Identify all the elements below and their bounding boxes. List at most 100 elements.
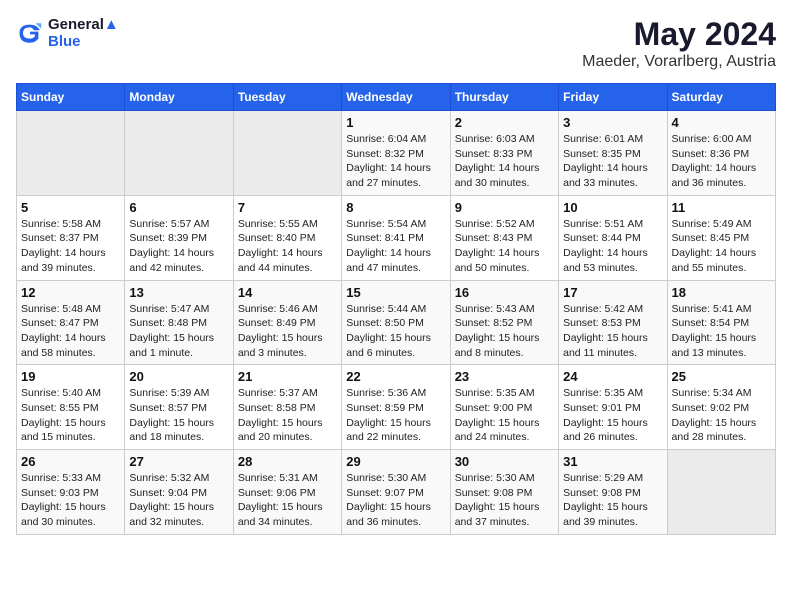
day-info: Sunrise: 5:57 AM Sunset: 8:39 PM Dayligh… bbox=[129, 217, 228, 276]
calendar-cell: 24 Sunrise: 5:35 AM Sunset: 9:01 PM Dayli… bbox=[559, 365, 667, 450]
day-info: Sunrise: 5:55 AM Sunset: 8:40 PM Dayligh… bbox=[238, 217, 337, 276]
day-number: 11 bbox=[672, 200, 771, 215]
day-number: 2 bbox=[455, 115, 554, 130]
day-number: 7 bbox=[238, 200, 337, 215]
weekday-header-sunday: Sunday bbox=[17, 84, 125, 111]
day-number: 23 bbox=[455, 369, 554, 384]
day-info: Sunrise: 5:35 AM Sunset: 9:01 PM Dayligh… bbox=[563, 386, 662, 445]
day-number: 22 bbox=[346, 369, 445, 384]
day-number: 20 bbox=[129, 369, 228, 384]
weekday-header-friday: Friday bbox=[559, 84, 667, 111]
day-info: Sunrise: 5:36 AM Sunset: 8:59 PM Dayligh… bbox=[346, 386, 445, 445]
day-info: Sunrise: 5:29 AM Sunset: 9:08 PM Dayligh… bbox=[563, 471, 662, 530]
day-info: Sunrise: 5:34 AM Sunset: 9:02 PM Dayligh… bbox=[672, 386, 771, 445]
weekday-header-row: SundayMondayTuesdayWednesdayThursdayFrid… bbox=[17, 84, 776, 111]
day-info: Sunrise: 5:43 AM Sunset: 8:52 PM Dayligh… bbox=[455, 302, 554, 361]
title-block: May 2024 Maeder, Vorarlberg, Austria bbox=[582, 16, 776, 71]
calendar-cell bbox=[233, 111, 341, 196]
main-title: May 2024 bbox=[582, 16, 776, 53]
day-info: Sunrise: 6:03 AM Sunset: 8:33 PM Dayligh… bbox=[455, 132, 554, 191]
day-info: Sunrise: 5:35 AM Sunset: 9:00 PM Dayligh… bbox=[455, 386, 554, 445]
day-info: Sunrise: 5:46 AM Sunset: 8:49 PM Dayligh… bbox=[238, 302, 337, 361]
day-number: 14 bbox=[238, 285, 337, 300]
day-number: 17 bbox=[563, 285, 662, 300]
calendar-cell: 25 Sunrise: 5:34 AM Sunset: 9:02 PM Dayli… bbox=[667, 365, 775, 450]
day-info: Sunrise: 5:42 AM Sunset: 8:53 PM Dayligh… bbox=[563, 302, 662, 361]
calendar-cell: 18 Sunrise: 5:41 AM Sunset: 8:54 PM Dayli… bbox=[667, 280, 775, 365]
weekday-header-tuesday: Tuesday bbox=[233, 84, 341, 111]
calendar-week-row: 19 Sunrise: 5:40 AM Sunset: 8:55 PM Dayli… bbox=[17, 365, 776, 450]
day-info: Sunrise: 5:30 AM Sunset: 9:08 PM Dayligh… bbox=[455, 471, 554, 530]
calendar-cell: 10Sunrise: 5:51 AM Sunset: 8:44 PM Dayli… bbox=[559, 195, 667, 280]
calendar-cell: 27Sunrise: 5:32 AM Sunset: 9:04 PM Dayli… bbox=[125, 450, 233, 535]
calendar-cell: 6 Sunrise: 5:57 AM Sunset: 8:39 PM Daylig… bbox=[125, 195, 233, 280]
calendar-cell: 14 Sunrise: 5:46 AM Sunset: 8:49 PM Dayli… bbox=[233, 280, 341, 365]
day-info: Sunrise: 5:37 AM Sunset: 8:58 PM Dayligh… bbox=[238, 386, 337, 445]
day-number: 9 bbox=[455, 200, 554, 215]
day-info: Sunrise: 5:33 AM Sunset: 9:03 PM Dayligh… bbox=[21, 471, 120, 530]
weekday-header-monday: Monday bbox=[125, 84, 233, 111]
calendar-cell: 26Sunrise: 5:33 AM Sunset: 9:03 PM Dayli… bbox=[17, 450, 125, 535]
calendar-cell bbox=[17, 111, 125, 196]
calendar-cell: 19 Sunrise: 5:40 AM Sunset: 8:55 PM Dayli… bbox=[17, 365, 125, 450]
calendar-cell: 23 Sunrise: 5:35 AM Sunset: 9:00 PM Dayli… bbox=[450, 365, 558, 450]
calendar-cell: 1Sunrise: 6:04 AM Sunset: 8:32 PM Daylig… bbox=[342, 111, 450, 196]
day-info: Sunrise: 5:49 AM Sunset: 8:45 PM Dayligh… bbox=[672, 217, 771, 276]
day-number: 18 bbox=[672, 285, 771, 300]
day-number: 21 bbox=[238, 369, 337, 384]
calendar-cell: 31 Sunrise: 5:29 AM Sunset: 9:08 PM Dayli… bbox=[559, 450, 667, 535]
page-header: General▲ Blue May 2024 Maeder, Vorarlber… bbox=[16, 16, 776, 71]
day-number: 6 bbox=[129, 200, 228, 215]
calendar-cell: 15Sunrise: 5:44 AM Sunset: 8:50 PM Dayli… bbox=[342, 280, 450, 365]
calendar-cell: 29 Sunrise: 5:30 AM Sunset: 9:07 PM Dayli… bbox=[342, 450, 450, 535]
day-info: Sunrise: 5:40 AM Sunset: 8:55 PM Dayligh… bbox=[21, 386, 120, 445]
calendar-cell: 7 Sunrise: 5:55 AM Sunset: 8:40 PM Daylig… bbox=[233, 195, 341, 280]
calendar-cell: 22 Sunrise: 5:36 AM Sunset: 8:59 PM Dayli… bbox=[342, 365, 450, 450]
day-info: Sunrise: 5:30 AM Sunset: 9:07 PM Dayligh… bbox=[346, 471, 445, 530]
day-number: 5 bbox=[21, 200, 120, 215]
day-info: Sunrise: 5:58 AM Sunset: 8:37 PM Dayligh… bbox=[21, 217, 120, 276]
day-number: 12 bbox=[21, 285, 120, 300]
calendar-cell: 5 Sunrise: 5:58 AM Sunset: 8:37 PM Daylig… bbox=[17, 195, 125, 280]
day-info: Sunrise: 5:41 AM Sunset: 8:54 PM Dayligh… bbox=[672, 302, 771, 361]
calendar-cell: 17 Sunrise: 5:42 AM Sunset: 8:53 PM Dayli… bbox=[559, 280, 667, 365]
day-number: 30 bbox=[455, 454, 554, 469]
logo: General▲ Blue bbox=[16, 16, 119, 50]
day-number: 27 bbox=[129, 454, 228, 469]
day-info: Sunrise: 5:52 AM Sunset: 8:43 PM Dayligh… bbox=[455, 217, 554, 276]
day-number: 25 bbox=[672, 369, 771, 384]
calendar-cell: 30 Sunrise: 5:30 AM Sunset: 9:08 PM Dayli… bbox=[450, 450, 558, 535]
day-info: Sunrise: 5:47 AM Sunset: 8:48 PM Dayligh… bbox=[129, 302, 228, 361]
day-info: Sunrise: 6:04 AM Sunset: 8:32 PM Dayligh… bbox=[346, 132, 445, 191]
day-number: 31 bbox=[563, 454, 662, 469]
calendar-cell bbox=[667, 450, 775, 535]
day-number: 19 bbox=[21, 369, 120, 384]
day-number: 29 bbox=[346, 454, 445, 469]
subtitle: Maeder, Vorarlberg, Austria bbox=[582, 53, 776, 71]
calendar-cell: 9 Sunrise: 5:52 AM Sunset: 8:43 PM Daylig… bbox=[450, 195, 558, 280]
day-number: 15 bbox=[346, 285, 445, 300]
calendar-cell: 2 Sunrise: 6:03 AM Sunset: 8:33 PM Daylig… bbox=[450, 111, 558, 196]
calendar-week-row: 12 Sunrise: 5:48 AM Sunset: 8:47 PM Dayli… bbox=[17, 280, 776, 365]
calendar-cell: 16Sunrise: 5:43 AM Sunset: 8:52 PM Dayli… bbox=[450, 280, 558, 365]
calendar-table: SundayMondayTuesdayWednesdayThursdayFrid… bbox=[16, 83, 776, 535]
calendar-cell: 12 Sunrise: 5:48 AM Sunset: 8:47 PM Dayli… bbox=[17, 280, 125, 365]
logo-text: General▲ Blue bbox=[48, 16, 119, 50]
day-info: Sunrise: 6:00 AM Sunset: 8:36 PM Dayligh… bbox=[672, 132, 771, 191]
calendar-cell bbox=[125, 111, 233, 196]
day-info: Sunrise: 5:31 AM Sunset: 9:06 PM Dayligh… bbox=[238, 471, 337, 530]
day-number: 3 bbox=[563, 115, 662, 130]
weekday-header-saturday: Saturday bbox=[667, 84, 775, 111]
day-info: Sunrise: 6:01 AM Sunset: 8:35 PM Dayligh… bbox=[563, 132, 662, 191]
calendar-cell: 3 Sunrise: 6:01 AM Sunset: 8:35 PM Daylig… bbox=[559, 111, 667, 196]
logo-icon bbox=[16, 19, 44, 47]
weekday-header-wednesday: Wednesday bbox=[342, 84, 450, 111]
calendar-cell: 20Sunrise: 5:39 AM Sunset: 8:57 PM Dayli… bbox=[125, 365, 233, 450]
day-info: Sunrise: 5:48 AM Sunset: 8:47 PM Dayligh… bbox=[21, 302, 120, 361]
calendar-week-row: 26Sunrise: 5:33 AM Sunset: 9:03 PM Dayli… bbox=[17, 450, 776, 535]
day-number: 8 bbox=[346, 200, 445, 215]
day-number: 4 bbox=[672, 115, 771, 130]
calendar-cell: 8Sunrise: 5:54 AM Sunset: 8:41 PM Daylig… bbox=[342, 195, 450, 280]
day-number: 10 bbox=[563, 200, 662, 215]
day-number: 24 bbox=[563, 369, 662, 384]
